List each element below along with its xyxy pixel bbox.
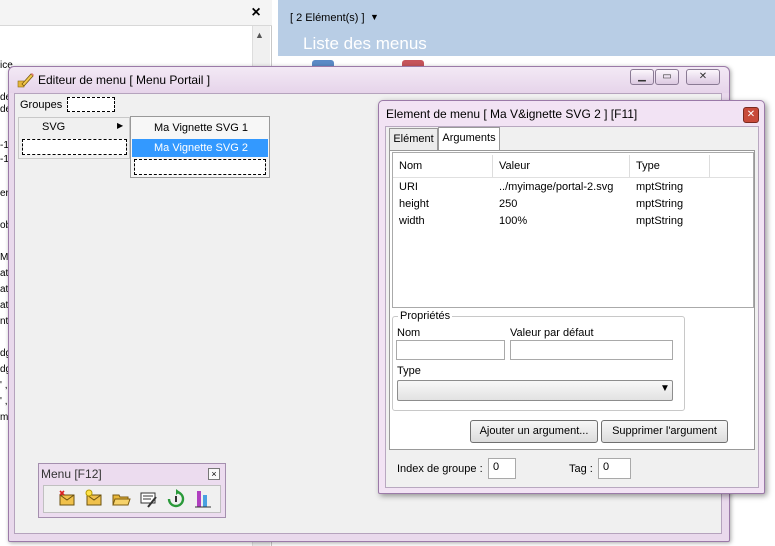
default-value-label: Valeur par défaut [510, 327, 594, 339]
group-index-field[interactable]: 0 [488, 458, 516, 479]
row-1-value[interactable]: ../myimage/portal-2.svg [499, 181, 613, 193]
row-2-value[interactable]: 250 [499, 198, 517, 210]
new-group-placeholder[interactable] [67, 97, 115, 112]
background-close-button[interactable]: × [248, 4, 264, 22]
column-header-name[interactable]: Nom [393, 155, 493, 177]
dialog-title: Element de menu [ Ma V&ignette SVG 2 ] [… [386, 107, 638, 121]
add-argument-button[interactable]: Ajouter un argument... [470, 420, 598, 443]
submenu-item-selected[interactable]: Ma Vignette SVG 2 [132, 139, 268, 157]
properties-legend: Propriétés [398, 310, 453, 322]
background-text-fragment: ' , [0, 396, 8, 407]
new-item-placeholder[interactable] [22, 139, 127, 155]
property-name-label: Nom [397, 327, 421, 339]
tag-label: Tag : [569, 463, 593, 475]
menu-list-title: Liste des menus [303, 34, 427, 53]
edit-menu-icon[interactable] [139, 489, 159, 509]
minimize-button[interactable]: ▁ [630, 69, 654, 85]
open-folder-icon[interactable] [111, 489, 131, 509]
toolbar-title: Menu [F12] [41, 467, 102, 481]
tab-arguments[interactable]: Arguments [438, 127, 500, 151]
dialog-close-button[interactable]: ✕ [743, 107, 759, 123]
element-count-dropdown[interactable]: [ 2 Elément(s) ] [290, 12, 365, 24]
type-select[interactable] [397, 380, 673, 401]
toolbar-close-button[interactable]: × [208, 468, 220, 480]
add-item-icon[interactable] [57, 489, 77, 509]
properties-icon[interactable] [193, 489, 213, 509]
default-value-field[interactable] [510, 340, 673, 360]
background-text-fragment: ' , [0, 380, 8, 391]
editor-title: Editeur de menu [ Menu Portail ] [38, 73, 211, 87]
row-1-name[interactable]: URI [399, 181, 418, 193]
property-name-field[interactable] [396, 340, 505, 360]
dropdown-caret-icon[interactable]: ▼ [370, 12, 379, 22]
restore-button[interactable]: ▭ [655, 69, 679, 85]
submenu-arrow-icon: ▶ [117, 121, 124, 130]
row-2-type[interactable]: mptString [636, 198, 683, 210]
scroll-up-arrow-icon[interactable]: ▲ [255, 30, 264, 40]
row-1-type[interactable]: mptString [636, 181, 683, 193]
row-3-value[interactable]: 100% [499, 215, 527, 227]
group-svg-label: SVG [42, 121, 66, 133]
new-subitem-placeholder[interactable] [134, 159, 266, 175]
remove-argument-button[interactable]: Supprimer l'argument [601, 420, 728, 443]
chevron-down-icon[interactable]: ▼ [660, 383, 670, 394]
column-header-value[interactable]: Valeur [493, 155, 630, 177]
column-header-type[interactable]: Type [630, 155, 710, 177]
tab-element[interactable]: Elément [389, 128, 438, 150]
type-label: Type [397, 365, 421, 377]
row-2-name[interactable]: height [399, 198, 429, 210]
editor-close-button[interactable]: ✕ [686, 69, 720, 85]
pencil-app-icon [16, 71, 34, 89]
background-left-header [0, 0, 272, 26]
groups-label: Groupes [20, 99, 63, 111]
header-divider [393, 177, 753, 178]
refresh-icon[interactable] [166, 489, 186, 509]
group-index-label: Index de groupe : [397, 463, 483, 475]
new-item-icon[interactable] [84, 489, 104, 509]
row-3-type[interactable]: mptString [636, 215, 683, 227]
submenu-item[interactable]: Ma Vignette SVG 1 [132, 119, 268, 137]
tag-field[interactable]: 0 [598, 458, 631, 479]
row-3-name[interactable]: width [399, 215, 425, 227]
